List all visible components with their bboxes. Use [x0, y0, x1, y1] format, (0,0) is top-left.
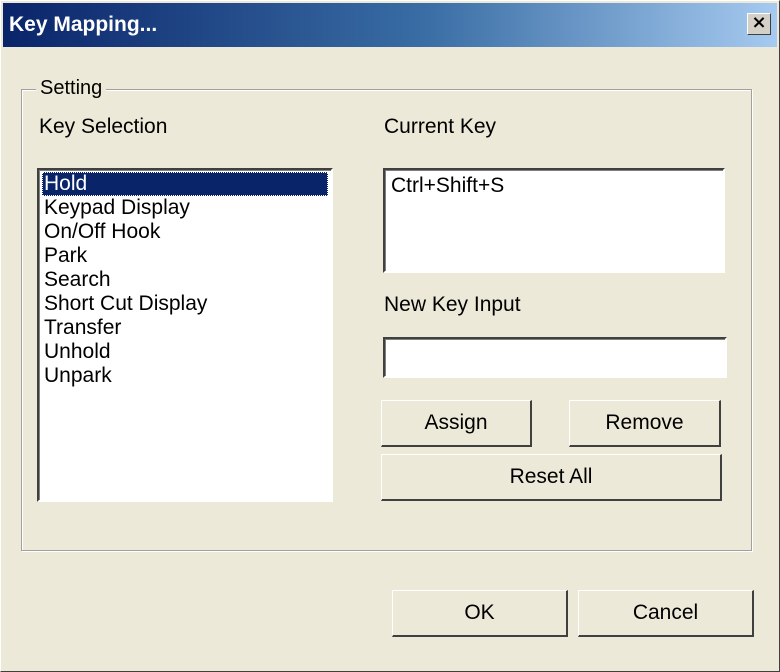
new-key-input-field[interactable]: [383, 337, 727, 378]
list-item-transfer[interactable]: Transfer: [42, 316, 328, 340]
key-selection-label: Key Selection: [39, 115, 168, 138]
list-item-short-cut-display[interactable]: Short Cut Display: [42, 292, 328, 316]
window-title: Key Mapping...: [9, 13, 158, 36]
list-item-search[interactable]: Search: [42, 268, 328, 292]
list-item-keypad-display[interactable]: Keypad Display: [42, 196, 328, 220]
new-key-input-label: New Key Input: [384, 293, 521, 316]
list-item-hold[interactable]: Hold: [42, 172, 328, 196]
list-item-unhold[interactable]: Unhold: [42, 340, 328, 364]
reset-all-button[interactable]: Reset All: [381, 454, 722, 501]
close-icon: ×: [751, 12, 767, 33]
setting-group-label: Setting: [36, 76, 107, 100]
close-button[interactable]: ×: [747, 13, 771, 35]
current-key-label: Current Key: [384, 115, 497, 138]
cancel-button[interactable]: Cancel: [578, 590, 754, 637]
list-item-park[interactable]: Park: [42, 244, 328, 268]
assign-button[interactable]: Assign: [381, 400, 532, 447]
title-bar[interactable]: Key Mapping... ×: [3, 3, 777, 47]
current-key-field[interactable]: Ctrl+Shift+S: [383, 168, 725, 273]
key-selection-list[interactable]: Hold Keypad Display On/Off Hook Park Sea…: [37, 168, 333, 502]
list-item-on-off-hook[interactable]: On/Off Hook: [42, 220, 328, 244]
remove-button[interactable]: Remove: [569, 400, 721, 447]
ok-button[interactable]: OK: [392, 590, 568, 637]
list-item-unpark[interactable]: Unpark: [42, 364, 328, 388]
